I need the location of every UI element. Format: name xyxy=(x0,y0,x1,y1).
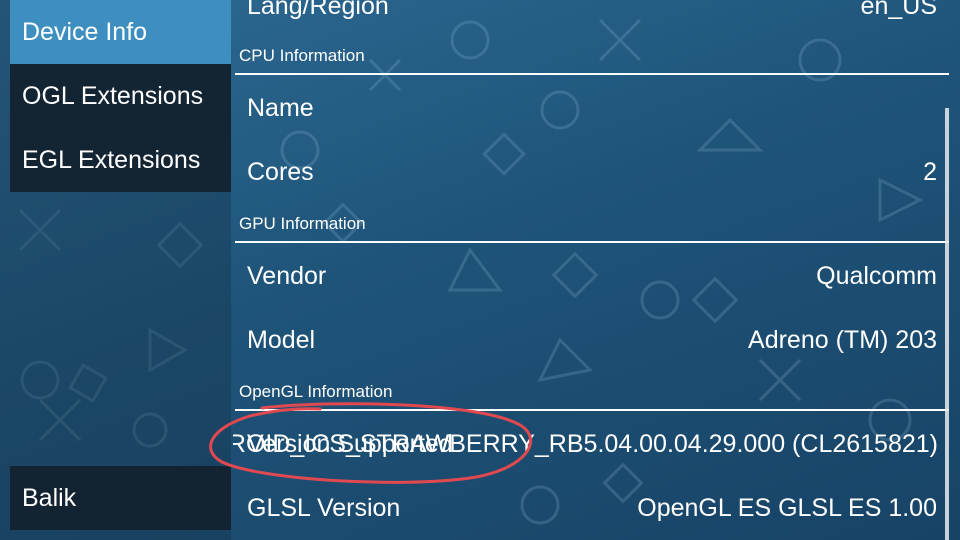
list-item-glsl-version: GLSL Version OpenGL ES GLSL ES 1.00 xyxy=(235,476,949,540)
scrollbar[interactable] xyxy=(945,108,949,540)
opengl-section-header: OpenGL Information xyxy=(239,382,393,401)
lang-region-label: Lang/Region xyxy=(247,0,389,20)
gpu-section-divider xyxy=(235,241,949,243)
sidebar-item-egl-extensions[interactable]: EGL Extensions xyxy=(10,128,231,192)
cpu-section-divider xyxy=(235,73,949,75)
vendor-label: Vendor xyxy=(247,261,327,290)
lang-region-value: en_US xyxy=(860,0,937,20)
model-value: Adreno (TM) 203 xyxy=(748,325,937,354)
vendor-value: Qualcomm xyxy=(816,261,937,290)
glsl-version-value: OpenGL ES GLSL ES 1.00 xyxy=(637,493,937,522)
sidebar-nav: Device Info OGL Extensions EGL Extension… xyxy=(10,0,231,192)
model-label: Model xyxy=(247,325,316,354)
glsl-version-label: GLSL Version xyxy=(247,493,401,522)
sidebar-item-ogl-extensions[interactable]: OGL Extensions xyxy=(10,64,231,128)
list-item-model: Model Adreno (TM) 203 xyxy=(235,308,949,372)
cpu-name-label: Name xyxy=(247,93,314,122)
list-item-cores: Cores 2 xyxy=(235,140,949,204)
list-item-vendor: Vendor Qualcomm xyxy=(235,244,949,308)
list-item-lang-region: Lang/Region en_US xyxy=(235,0,949,38)
list-item-cpu-name: Name xyxy=(235,76,949,140)
sidebar-item-device-info[interactable]: Device Info xyxy=(10,0,231,64)
back-button[interactable]: Balik xyxy=(10,466,231,530)
cores-label: Cores xyxy=(247,157,314,186)
version-supported-value: DROID_ICS_STRAWBERRY_RB5.04.00.04.29.000… xyxy=(233,430,938,458)
cores-value: 2 xyxy=(923,157,937,186)
opengl-section-divider xyxy=(235,409,949,411)
list-item-version-supported: Version Supported DROID_ICS_STRAWBERRY_R… xyxy=(233,422,938,466)
cpu-section-header: CPU Information xyxy=(239,46,365,65)
gpu-section-header: GPU Information xyxy=(239,214,366,233)
